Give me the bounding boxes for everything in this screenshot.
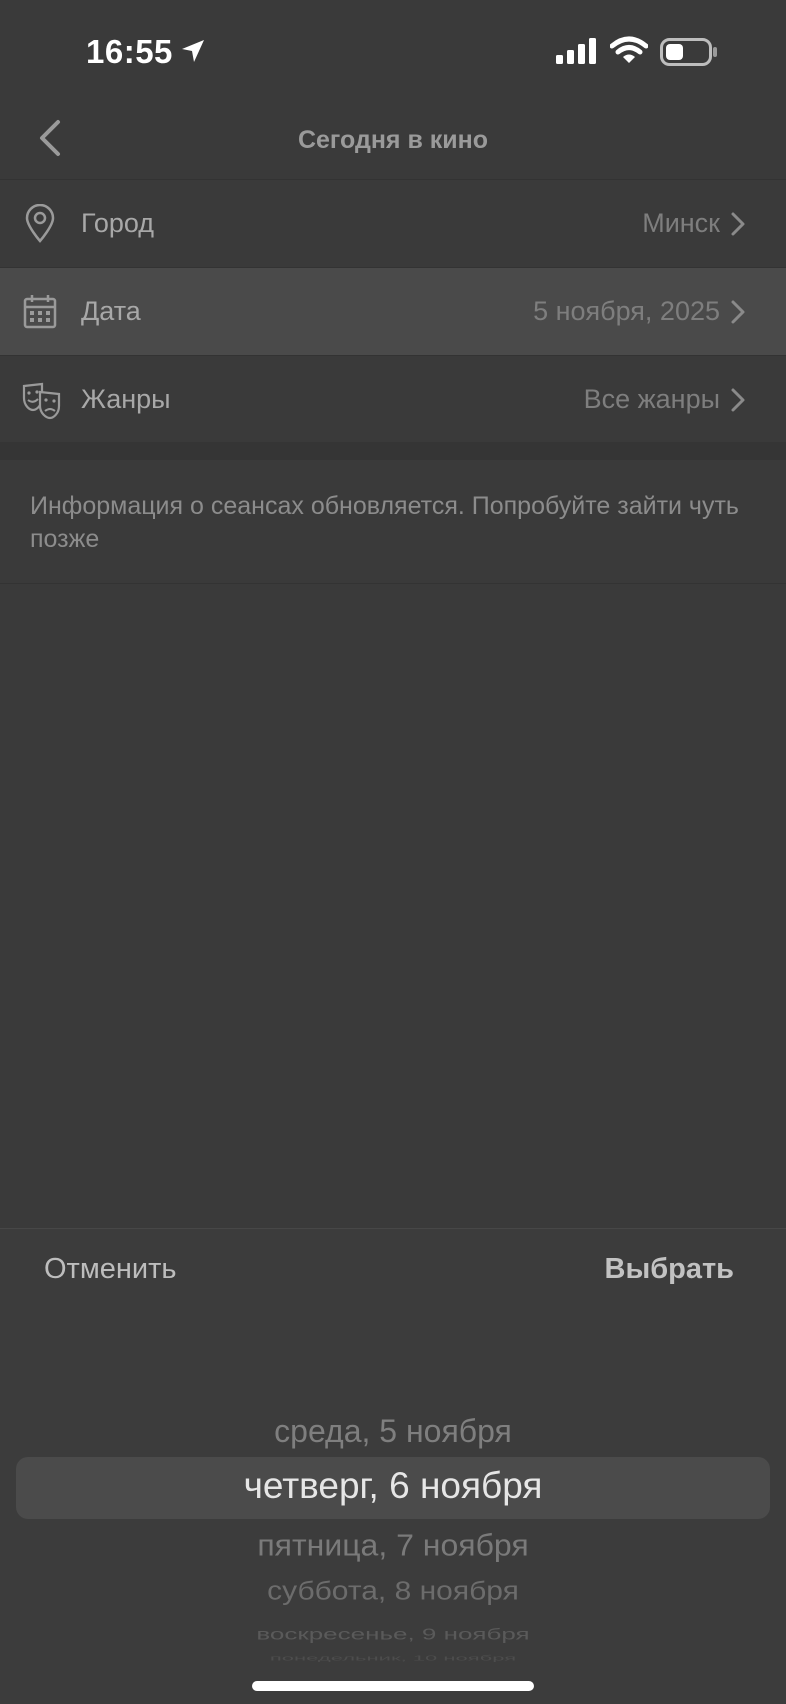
cellular-signal-icon xyxy=(556,38,598,69)
chevron-right-icon xyxy=(730,387,746,418)
content-area xyxy=(0,585,786,1228)
filter-row-genres[interactable]: Жанры Все жанры xyxy=(0,356,786,444)
picker-option-selected[interactable]: четверг, 6 ноября xyxy=(0,1465,786,1507)
filter-row-city[interactable]: Город Минск xyxy=(0,180,786,268)
filter-value-city: Минск xyxy=(642,208,720,238)
theater-masks-icon xyxy=(22,380,62,425)
section-divider xyxy=(0,442,786,460)
map-pin-icon xyxy=(22,203,58,249)
picker-option[interactable]: понедельник, 10 ноября xyxy=(0,1653,786,1662)
date-wheel-picker[interactable]: среда, 5 ноября четверг, 6 ноября пятниц… xyxy=(0,1409,786,1679)
page-title: Сегодня в кино xyxy=(297,126,489,154)
date-picker-sheet: Отменить Выбрать среда, 5 ноября четверг… xyxy=(0,1228,786,1704)
chevron-right-icon xyxy=(730,299,746,330)
picker-option[interactable]: воскресенье, 9 ноября xyxy=(0,1625,786,1644)
filter-label-genres: Жанры xyxy=(81,384,171,414)
location-arrow-icon xyxy=(180,38,206,69)
home-indicator[interactable] xyxy=(252,1681,534,1691)
info-message: Информация о сеансах обновляется. Попроб… xyxy=(30,492,739,553)
cancel-button[interactable]: Отменить xyxy=(44,1253,177,1286)
picker-option[interactable]: суббота, 8 ноября xyxy=(0,1578,786,1607)
status-time: 16:55 xyxy=(86,33,173,70)
info-panel: Информация о сеансах обновляется. Попроб… xyxy=(0,460,786,584)
filter-label-city: Город xyxy=(81,208,155,238)
filter-label-date: Дата xyxy=(81,296,141,326)
calendar-icon xyxy=(22,292,58,337)
select-button[interactable]: Выбрать xyxy=(605,1253,735,1286)
filter-value-date: 5 ноября, 2025 xyxy=(533,296,720,326)
chevron-right-icon xyxy=(730,211,746,242)
picker-option[interactable]: среда, 5 ноября xyxy=(0,1413,786,1450)
wifi-icon xyxy=(609,36,649,69)
filter-row-date[interactable]: Дата 5 ноября, 2025 xyxy=(0,268,786,356)
filter-value-genres: Все жанры xyxy=(583,384,720,414)
battery-icon xyxy=(660,38,718,71)
navigation-bar: Сегодня в кино xyxy=(0,100,786,180)
picker-option[interactable]: пятница, 7 ноября xyxy=(0,1528,786,1563)
status-bar: 16:55 xyxy=(0,0,786,100)
